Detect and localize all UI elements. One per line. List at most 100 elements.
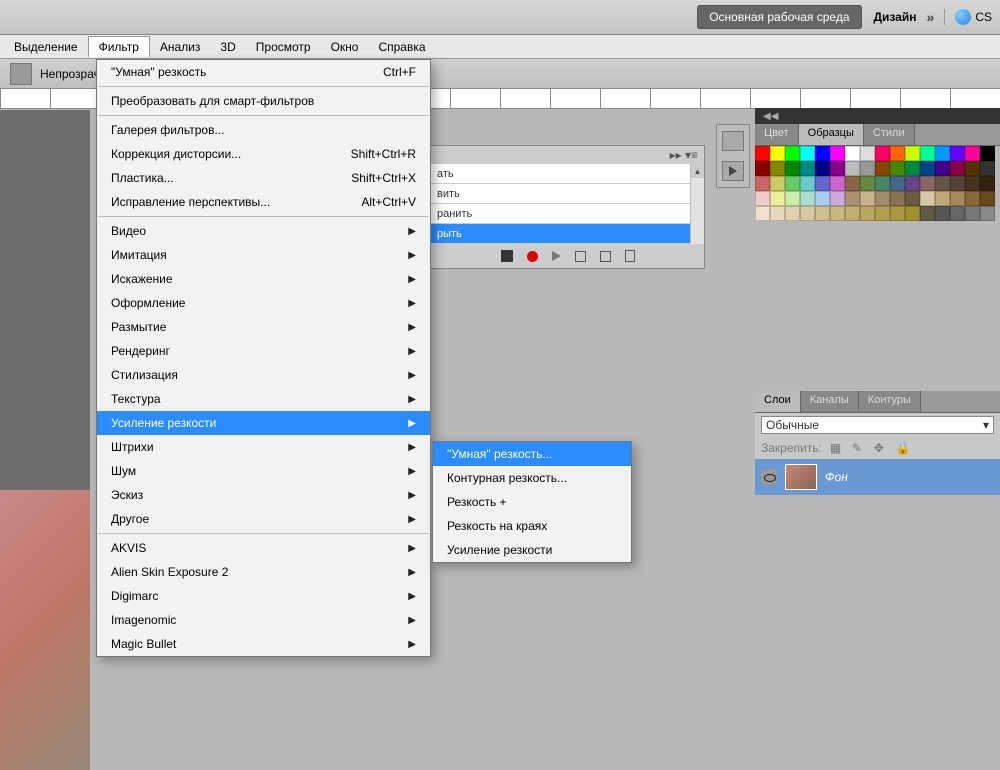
swatch[interactable]	[770, 146, 785, 161]
tab-color[interactable]: Цвет	[755, 124, 799, 145]
swatch[interactable]	[980, 176, 995, 191]
panel-menu-icon[interactable]: ▸▸ ▾≡	[670, 148, 698, 162]
actions-icon[interactable]	[722, 161, 744, 181]
swatch[interactable]	[830, 206, 845, 221]
swatch[interactable]	[920, 176, 935, 191]
swatch[interactable]	[845, 206, 860, 221]
menu-magic-bullet[interactable]: Magic Bullet▶	[97, 632, 430, 656]
swatch[interactable]	[875, 206, 890, 221]
swatch[interactable]	[935, 161, 950, 176]
menu-3d[interactable]: 3D	[210, 37, 245, 57]
swatch[interactable]	[980, 191, 995, 206]
menu-vanishing-point[interactable]: Исправление перспективы...Alt+Ctrl+V	[97, 190, 430, 214]
collapse-bar[interactable]: ◀◀	[755, 108, 1000, 124]
swatch[interactable]	[815, 206, 830, 221]
swatch[interactable]	[815, 146, 830, 161]
swatch[interactable]	[920, 191, 935, 206]
swatch[interactable]	[785, 176, 800, 191]
swatch[interactable]	[830, 146, 845, 161]
layer-row[interactable]: Фон	[755, 459, 1000, 495]
swatch[interactable]	[860, 146, 875, 161]
swatch[interactable]	[935, 206, 950, 221]
swatch[interactable]	[785, 161, 800, 176]
swatch[interactable]	[800, 146, 815, 161]
action-row[interactable]: вить	[431, 184, 704, 204]
new-action-icon[interactable]	[600, 251, 611, 262]
swatch[interactable]	[965, 146, 980, 161]
menu-view[interactable]: Просмотр	[246, 37, 321, 57]
swatch[interactable]	[860, 191, 875, 206]
swatches-panel[interactable]	[755, 146, 1000, 221]
submenu-unsharp-mask[interactable]: Контурная резкость...	[433, 466, 631, 490]
stop-icon[interactable]	[501, 250, 513, 262]
menu-texture[interactable]: Текстура▶	[97, 387, 430, 411]
swatch[interactable]	[905, 161, 920, 176]
actions-scrollbar[interactable]: ▴	[690, 164, 704, 244]
menu-selection[interactable]: Выделение	[4, 37, 88, 57]
swatch[interactable]	[770, 176, 785, 191]
menu-filter-gallery[interactable]: Галерея фильтров...	[97, 118, 430, 142]
swatch[interactable]	[905, 206, 920, 221]
menu-brush-strokes[interactable]: Штрихи▶	[97, 435, 430, 459]
swatch[interactable]	[980, 146, 995, 161]
lock-transparency-icon[interactable]: ▦	[830, 441, 844, 455]
menu-filter[interactable]: Фильтр	[88, 36, 150, 57]
new-set-icon[interactable]	[575, 251, 586, 262]
swatch[interactable]	[965, 191, 980, 206]
swatch[interactable]	[875, 161, 890, 176]
action-row[interactable]: рыть	[431, 224, 704, 244]
menu-stylize[interactable]: Стилизация▶	[97, 363, 430, 387]
swatch[interactable]	[920, 146, 935, 161]
submenu-sharpen-more[interactable]: Резкость +	[433, 490, 631, 514]
menu-noise[interactable]: Шум▶	[97, 459, 430, 483]
swatch[interactable]	[965, 176, 980, 191]
play-icon[interactable]	[552, 251, 561, 261]
actions-panel[interactable]: ▸▸ ▾≡ ать вить ранить рыть ▴	[430, 145, 705, 269]
swatch[interactable]	[755, 161, 770, 176]
swatch[interactable]	[890, 176, 905, 191]
swatch[interactable]	[830, 191, 845, 206]
swatch[interactable]	[905, 146, 920, 161]
swatch[interactable]	[815, 161, 830, 176]
swatch[interactable]	[950, 161, 965, 176]
lock-position-icon[interactable]: ✥	[874, 441, 888, 455]
blend-mode-select[interactable]: Обычные▾	[761, 416, 994, 434]
tab-channels[interactable]: Каналы	[801, 391, 859, 412]
menu-last-filter[interactable]: "Умная" резкостьCtrl+F	[97, 60, 430, 84]
swatch[interactable]	[815, 176, 830, 191]
swatch[interactable]	[815, 191, 830, 206]
record-icon[interactable]	[527, 251, 538, 262]
swatch[interactable]	[860, 206, 875, 221]
swatch[interactable]	[980, 206, 995, 221]
tab-paths[interactable]: Контуры	[859, 391, 921, 412]
swatch[interactable]	[965, 206, 980, 221]
swatch[interactable]	[800, 176, 815, 191]
swatch[interactable]	[920, 161, 935, 176]
swatch[interactable]	[770, 206, 785, 221]
swatch[interactable]	[890, 146, 905, 161]
swatch[interactable]	[830, 161, 845, 176]
swatch[interactable]	[935, 176, 950, 191]
menu-help[interactable]: Справка	[368, 37, 435, 57]
trash-icon[interactable]	[625, 250, 635, 262]
swatch[interactable]	[800, 161, 815, 176]
swatch[interactable]	[980, 161, 995, 176]
design-label[interactable]: Дизайн	[874, 10, 917, 24]
swatch[interactable]	[800, 191, 815, 206]
swatch[interactable]	[950, 176, 965, 191]
menu-sharpen[interactable]: Усиление резкости▶	[97, 411, 430, 435]
swatch[interactable]	[905, 191, 920, 206]
swatch[interactable]	[755, 206, 770, 221]
menu-lens-correction[interactable]: Коррекция дисторсии...Shift+Ctrl+R	[97, 142, 430, 166]
swatch[interactable]	[785, 206, 800, 221]
swatch[interactable]	[905, 176, 920, 191]
swatch[interactable]	[830, 176, 845, 191]
menu-distort[interactable]: Искажение▶	[97, 267, 430, 291]
swatch[interactable]	[800, 206, 815, 221]
collapsed-dock[interactable]	[716, 124, 750, 188]
swatch[interactable]	[845, 176, 860, 191]
expand-icon[interactable]: »	[927, 9, 935, 25]
cs-badge[interactable]: CS	[944, 9, 992, 25]
document-canvas[interactable]	[0, 110, 90, 667]
menu-convert-smart[interactable]: Преобразовать для смарт-фильтров	[97, 89, 430, 113]
